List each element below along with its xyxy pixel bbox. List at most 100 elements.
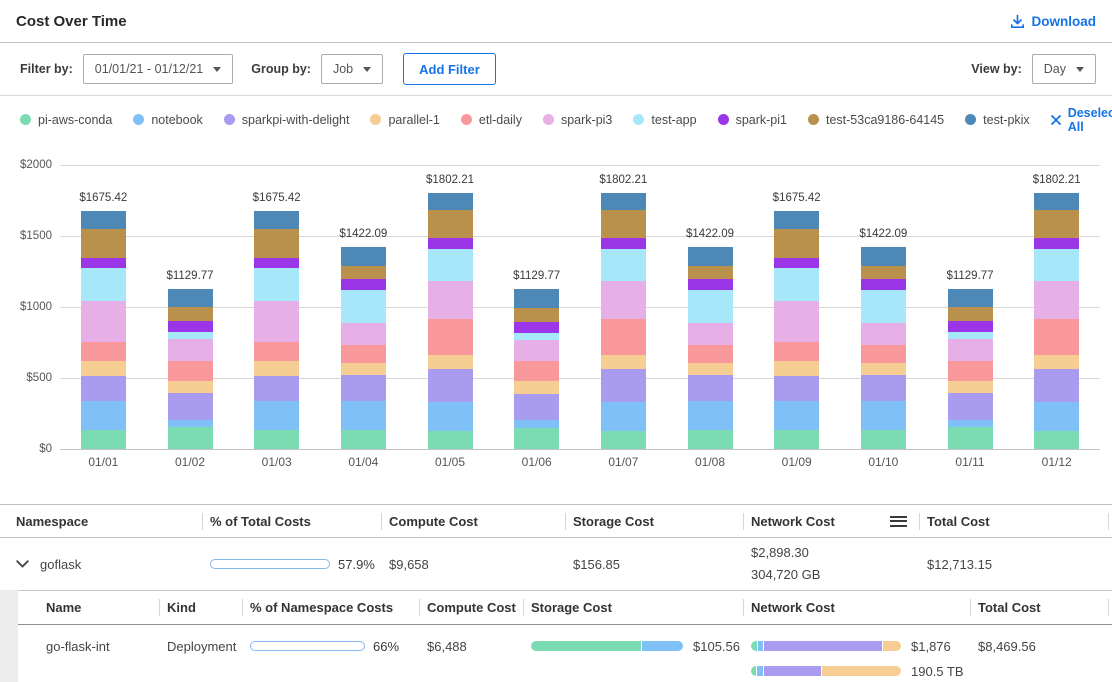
bar-segment-sparkpi-with-delight[interactable] <box>601 369 646 403</box>
bar-segment-etl-daily[interactable] <box>688 345 733 362</box>
group-by-select[interactable]: Job <box>321 54 383 84</box>
date-range-select[interactable]: 01/01/21 - 01/12/21 <box>83 54 233 84</box>
bar-segment-test-pkix[interactable] <box>341 247 386 266</box>
bar-segment-sparkpi-with-delight[interactable] <box>1034 369 1079 403</box>
legend-item-spark-pi3[interactable]: spark-pi3 <box>543 113 612 127</box>
bar-segment-sparkpi-with-delight[interactable] <box>774 376 819 401</box>
bar-segment-test-app[interactable] <box>341 290 386 323</box>
bar-segment-pi-aws-conda[interactable] <box>948 427 993 449</box>
bar-segment-spark-pi1[interactable] <box>948 321 993 332</box>
bar-segment-spark-pi1[interactable] <box>774 258 819 268</box>
bar-segment-test-app[interactable] <box>514 333 559 340</box>
bar-segment-spark-pi3[interactable] <box>1034 281 1079 318</box>
bar-segment-spark-pi1[interactable] <box>254 258 299 268</box>
bar-segment-etl-daily[interactable] <box>514 361 559 381</box>
legend-item-etl-daily[interactable]: etl-daily <box>461 113 522 127</box>
bar-segment-pi-aws-conda[interactable] <box>1034 431 1079 449</box>
bar-segment-test-53ca9186-64145[interactable] <box>1034 210 1079 238</box>
bar-segment-pi-aws-conda[interactable] <box>341 430 386 449</box>
bar-segment-spark-pi1[interactable] <box>861 279 906 290</box>
bar-segment-test-53ca9186-64145[interactable] <box>948 307 993 321</box>
deselect-all-button[interactable]: Deselect All <box>1051 106 1112 134</box>
bar-segment-test-app[interactable] <box>601 249 646 282</box>
bar-segment-spark-pi3[interactable] <box>861 323 906 345</box>
bar-segment-parallel-1[interactable] <box>514 381 559 394</box>
download-button[interactable]: Download <box>1010 14 1097 29</box>
bar-segment-test-pkix[interactable] <box>1034 193 1079 210</box>
bar-segment-test-app[interactable] <box>254 268 299 301</box>
bar-segment-notebook[interactable] <box>254 401 299 430</box>
bar-segment-test-53ca9186-64145[interactable] <box>428 210 473 238</box>
bar-segment-pi-aws-conda[interactable] <box>168 427 213 449</box>
bar-segment-sparkpi-with-delight[interactable] <box>948 393 993 420</box>
bar-segment-spark-pi1[interactable] <box>688 279 733 290</box>
bar-segment-spark-pi1[interactable] <box>428 238 473 249</box>
bar-segment-test-53ca9186-64145[interactable] <box>861 266 906 278</box>
bar-segment-spark-pi3[interactable] <box>341 323 386 345</box>
legend-item-parallel-1[interactable]: parallel-1 <box>370 113 439 127</box>
bar-segment-test-app[interactable] <box>168 332 213 339</box>
bar-segment-parallel-1[interactable] <box>774 361 819 376</box>
bar-segment-sparkpi-with-delight[interactable] <box>688 375 733 401</box>
bar-segment-test-pkix[interactable] <box>254 211 299 229</box>
stacked-bar-01/12[interactable] <box>1034 193 1079 449</box>
bar-segment-test-pkix[interactable] <box>774 211 819 229</box>
bar-segment-spark-pi1[interactable] <box>341 279 386 290</box>
legend-item-test-53ca9186-64145[interactable]: test-53ca9186-64145 <box>808 113 944 127</box>
bar-segment-etl-daily[interactable] <box>341 345 386 362</box>
column-settings-icon[interactable] <box>890 516 907 527</box>
bar-segment-spark-pi3[interactable] <box>168 339 213 361</box>
bar-segment-etl-daily[interactable] <box>254 342 299 361</box>
legend-item-notebook[interactable]: notebook <box>133 113 202 127</box>
bar-segment-etl-daily[interactable] <box>81 342 126 361</box>
bar-segment-test-53ca9186-64145[interactable] <box>168 307 213 321</box>
legend-item-test-pkix[interactable]: test-pkix <box>965 113 1030 127</box>
bar-segment-test-53ca9186-64145[interactable] <box>341 266 386 278</box>
bar-segment-pi-aws-conda[interactable] <box>428 431 473 449</box>
view-by-select[interactable]: Day <box>1032 54 1096 84</box>
bar-segment-parallel-1[interactable] <box>601 355 646 368</box>
bar-segment-test-pkix[interactable] <box>688 247 733 266</box>
bar-segment-test-pkix[interactable] <box>861 247 906 266</box>
bar-segment-test-53ca9186-64145[interactable] <box>514 308 559 322</box>
bar-segment-parallel-1[interactable] <box>948 381 993 394</box>
bar-segment-pi-aws-conda[interactable] <box>601 431 646 449</box>
bar-segment-spark-pi3[interactable] <box>774 301 819 342</box>
add-filter-button[interactable]: Add Filter <box>403 53 496 85</box>
bar-segment-spark-pi3[interactable] <box>601 281 646 318</box>
bar-segment-test-pkix[interactable] <box>948 289 993 307</box>
stacked-bar-01/10[interactable] <box>861 247 906 449</box>
bar-segment-notebook[interactable] <box>601 402 646 430</box>
bar-segment-sparkpi-with-delight[interactable] <box>341 375 386 401</box>
bar-segment-test-53ca9186-64145[interactable] <box>601 210 646 238</box>
bar-segment-pi-aws-conda[interactable] <box>81 430 126 449</box>
stacked-bar-01/01[interactable] <box>81 211 126 449</box>
bar-segment-notebook[interactable] <box>861 401 906 430</box>
stacked-bar-01/04[interactable] <box>341 247 386 449</box>
bar-segment-test-pkix[interactable] <box>514 289 559 308</box>
bar-segment-test-pkix[interactable] <box>168 289 213 307</box>
bar-segment-parallel-1[interactable] <box>861 363 906 375</box>
stacked-bar-01/03[interactable] <box>254 211 299 449</box>
bar-segment-spark-pi1[interactable] <box>514 322 559 333</box>
bar-segment-parallel-1[interactable] <box>688 363 733 375</box>
stacked-bar-01/02[interactable] <box>168 289 213 449</box>
bar-segment-etl-daily[interactable] <box>168 361 213 381</box>
bar-segment-test-pkix[interactable] <box>428 193 473 210</box>
bar-segment-parallel-1[interactable] <box>254 361 299 376</box>
bar-segment-parallel-1[interactable] <box>1034 355 1079 368</box>
bar-segment-etl-daily[interactable] <box>428 319 473 356</box>
bar-segment-sparkpi-with-delight[interactable] <box>81 376 126 401</box>
bar-segment-sparkpi-with-delight[interactable] <box>254 376 299 401</box>
bar-segment-test-53ca9186-64145[interactable] <box>774 229 819 258</box>
stacked-bar-01/08[interactable] <box>688 247 733 449</box>
bar-segment-test-pkix[interactable] <box>601 193 646 210</box>
bar-segment-notebook[interactable] <box>81 401 126 430</box>
bar-segment-sparkpi-with-delight[interactable] <box>514 394 559 421</box>
bar-segment-pi-aws-conda[interactable] <box>774 430 819 449</box>
bar-segment-etl-daily[interactable] <box>948 361 993 381</box>
bar-segment-pi-aws-conda[interactable] <box>514 428 559 449</box>
legend-item-pi-aws-conda[interactable]: pi-aws-conda <box>20 113 112 127</box>
bar-segment-parallel-1[interactable] <box>341 363 386 375</box>
legend-item-sparkpi-with-delight[interactable]: sparkpi-with-delight <box>224 113 350 127</box>
